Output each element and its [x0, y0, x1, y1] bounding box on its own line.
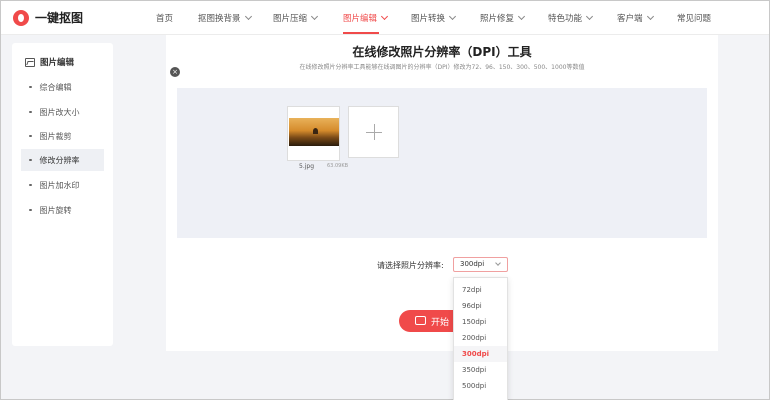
sidebar-item-change-resolution[interactable]: 修改分辨率: [21, 149, 104, 171]
dropdown-option-200dpi[interactable]: 200dpi: [454, 330, 507, 346]
bullet-dot: [29, 183, 32, 187]
logo-text: 一键抠图: [35, 11, 84, 25]
resolution-label: 请选择照片分辨率:: [377, 261, 444, 270]
chevron-down-icon: [448, 12, 457, 21]
image-icon: [25, 57, 35, 67]
file-name: 5.jpg: [299, 163, 315, 170]
chevron-down-icon: [380, 12, 389, 21]
resolution-dropdown: 72dpi 96dpi 150dpi 200dpi 300dpi 350dpi …: [453, 277, 508, 400]
dropdown-option-96dpi[interactable]: 96dpi: [454, 298, 507, 314]
tree-silhouette: [313, 128, 318, 134]
sidebar-item-rotate[interactable]: 图片旋转: [21, 199, 104, 221]
add-image-button[interactable]: [348, 106, 399, 158]
dropdown-option-350dpi[interactable]: 350dpi: [454, 362, 507, 378]
chevron-down-icon: [517, 12, 526, 21]
remove-image-button[interactable]: ×: [170, 67, 180, 77]
nav-item-convert[interactable]: 图片转换: [411, 12, 457, 24]
nav-item-faq[interactable]: 常见问题: [677, 12, 711, 24]
bullet-dot: [29, 85, 32, 89]
page-subtitle: 在线修改照片分辨率工具能够在线调图片的分辨率（DPI）修改为72、96、150、…: [299, 64, 585, 71]
chevron-up-icon: [495, 260, 501, 266]
sidebar: 图片编辑 综合编辑 图片改大小 图片裁剪 修改分辨率 图片加水印 图片旋转: [12, 43, 113, 346]
nav-item-client[interactable]: 客户端: [617, 12, 654, 24]
image-thumbnail: [289, 118, 339, 146]
nav-item-repair[interactable]: 照片修复: [480, 12, 526, 24]
chevron-down-icon: [310, 12, 319, 21]
top-header: 一键抠图 首页 抠图换背景 图片压缩 图片编辑 图片转换 照片修复 特色功能 客…: [1, 1, 769, 35]
dropdown-option-150dpi[interactable]: 150dpi: [454, 314, 507, 330]
nav-item-compress[interactable]: 图片压缩: [273, 12, 319, 24]
nav-item-edit[interactable]: 图片编辑: [343, 12, 389, 24]
upload-area[interactable]: 5.jpg 63.09KB: [177, 88, 707, 238]
nav-item-cutout[interactable]: 抠图换背景: [198, 12, 252, 24]
chevron-down-icon: [646, 12, 654, 21]
nav-active-underline: [343, 32, 379, 34]
bullet-dot: [29, 208, 32, 212]
chevron-down-icon: [585, 12, 594, 21]
sidebar-item-watermark[interactable]: 图片加水印: [21, 174, 104, 196]
dropdown-option-300dpi[interactable]: 300dpi: [454, 346, 507, 362]
sidebar-item-crop[interactable]: 图片裁剪: [21, 125, 104, 147]
bullet-dot: [29, 134, 32, 138]
chevron-down-icon: [244, 12, 252, 21]
nav-item-home[interactable]: 首页: [156, 12, 173, 24]
main-panel: 在线修改照片分辨率（DPI）工具 在线修改照片分辨率工具能够在线调图片的分辨率（…: [166, 35, 718, 351]
logo-icon: [13, 10, 29, 26]
page-title: 在线修改照片分辨率（DPI）工具: [352, 45, 532, 59]
sidebar-item-resize[interactable]: 图片改大小: [21, 101, 104, 123]
bullet-dot: [29, 110, 32, 114]
nav-item-features[interactable]: 特色功能: [548, 12, 594, 24]
sidebar-title: 图片编辑: [25, 56, 74, 68]
dropdown-option-500dpi[interactable]: 500dpi: [454, 378, 507, 394]
logo[interactable]: 一键抠图: [13, 10, 83, 26]
refresh-icon: [415, 316, 426, 325]
file-size: 63.09KB: [327, 163, 349, 169]
bullet-dot: [29, 158, 32, 162]
resolution-select[interactable]: 300dpi: [453, 257, 508, 272]
image-thumbnail-card[interactable]: [287, 106, 340, 161]
dropdown-option-72dpi[interactable]: 72dpi: [454, 282, 507, 298]
sidebar-item-general-edit[interactable]: 综合编辑: [21, 76, 104, 98]
